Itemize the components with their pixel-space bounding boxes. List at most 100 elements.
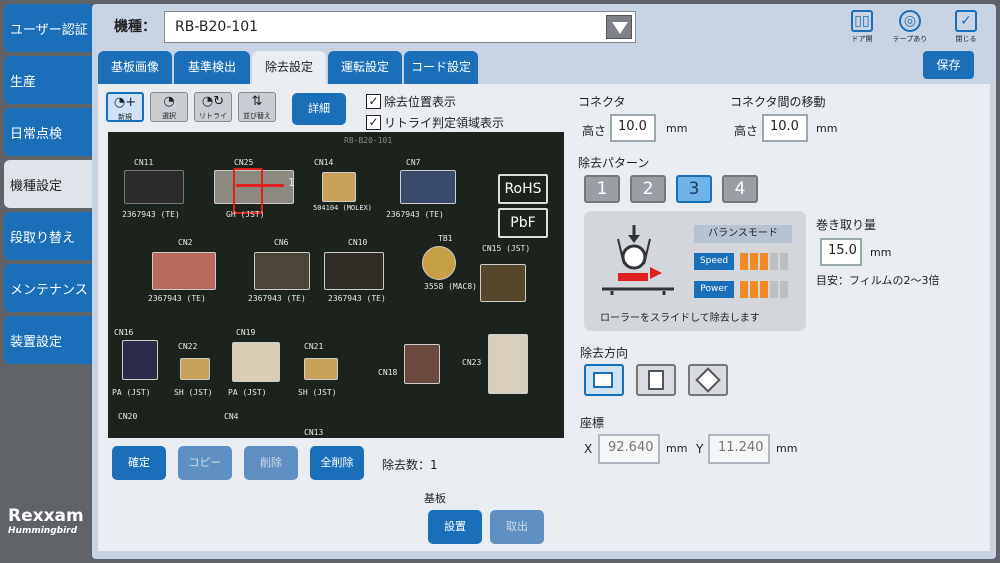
tab-removal-settings[interactable]: 除去設定 [252,51,326,84]
coord-y-unit: mm [776,442,798,455]
model-value: RB-B20-101 [175,19,259,35]
board-image[interactable]: RB-B20-101 CN11 CN25 CN14 CN7 1 2367943 … [108,132,564,438]
between-height-label: 高さ [734,124,759,138]
sidebar-item-changeover[interactable]: 段取り替え [4,212,92,260]
checkbox-label: リトライ判定領域表示 [384,116,505,130]
show-removal-position-checkbox[interactable]: ✓ 除去位置表示 [366,93,456,110]
connector [122,340,158,380]
board-label: CN18 [378,368,398,377]
direction-diagonal-button[interactable] [688,364,728,396]
board-label: 2367943 (TE) [386,210,444,219]
select-tool-label: 選択 [162,112,176,120]
model-select[interactable]: RB-B20-101 [164,11,636,43]
coord-x-unit: mm [666,442,688,455]
sidebar-item-maintenance[interactable]: メンテナンス [4,264,92,312]
delete-button[interactable]: 削除 [244,446,298,480]
door-status[interactable]: ▯▯ ドア開 [840,10,884,44]
takeout-button[interactable]: 取出 [490,510,544,544]
show-retry-area-checkbox[interactable]: ✓ リトライ判定領域表示 [366,114,504,131]
sort-tool-label: 並び替え [243,112,271,120]
retry-roller-icon: ◔↻ [201,94,225,109]
winding-hint: 目安：フィルムの2〜3倍 [816,274,940,287]
level-bar-segment [770,253,778,270]
removal-position-marker[interactable] [233,168,263,214]
select-tool-button[interactable]: ◔ 選択 [150,92,188,122]
board-label: CN23 [462,358,482,367]
copy-button[interactable]: コピー [178,446,232,480]
tape-status[interactable]: ◎ テープあり [888,10,932,44]
sidebar-item-production[interactable]: 生産 [4,56,92,104]
tape-label: テープあり [892,35,928,43]
chevron-down-icon[interactable] [606,15,632,39]
close-button[interactable]: ✓ 閉じる [944,10,988,44]
tab-reference-detect[interactable]: 基準検出 [174,51,250,84]
board-label: CN11 [134,158,154,167]
between-move-title: コネクタ間の移動 [730,95,826,109]
model-label: 機種： [114,19,156,35]
sidebar-item-user-auth[interactable]: ユーザー認証 [4,4,92,52]
winding-input[interactable]: 15.0 [820,238,862,266]
winding-title: 巻き取り量 [816,218,877,232]
pattern-option-1[interactable]: 1 [584,175,620,203]
retry-tool-button[interactable]: ◔↻ リトライ [194,92,232,122]
pattern-option-3[interactable]: 3 [676,175,712,203]
board-label: 2367943 (TE) [122,210,180,219]
tab-board-image[interactable]: 基板画像 [98,51,172,84]
roller-diagram-icon [602,225,674,295]
board-label: PA (JST) [228,388,267,397]
board-serial: RB-B20-101 [344,136,393,145]
power-level-bar[interactable] [740,281,790,298]
level-bar-segment [780,281,788,298]
removal-direction-arrow [236,184,284,187]
pbf-mark: PbF [498,208,548,238]
tab-operation-settings[interactable]: 運転設定 [328,51,402,84]
new-tool-label: 新規 [118,113,132,121]
confirm-button[interactable]: 確定 [112,446,166,480]
right-arrow-icon [593,372,613,388]
pattern-option-2[interactable]: 2 [630,175,666,203]
remove-count: 除去数：1 [382,458,438,472]
power-label: Power [694,281,734,298]
connector [180,358,210,380]
connector [488,334,528,394]
level-bar-segment [750,281,758,298]
board-label: CN21 [304,342,324,351]
logo-text: Rexxam [8,506,84,526]
connector [400,170,456,204]
connector [124,170,184,204]
retry-tool-label: リトライ [199,112,227,120]
between-height-unit: mm [816,122,838,135]
connector-height-unit: mm [666,122,688,135]
board-label: 2367943 (TE) [248,294,306,303]
direction-down-button[interactable] [636,364,676,396]
new-tool-button[interactable]: ◔+ 新規 [106,92,144,122]
balance-mode-panel: バランスモード Speed Power ローラーをスライドして除去します [584,211,806,331]
sidebar-item-daily-check[interactable]: 日常点検 [4,108,92,156]
sidebar-item-model-settings[interactable]: 機種設定 [4,160,92,208]
connector-height-label: 高さ [582,124,607,138]
pattern-option-4[interactable]: 4 [722,175,758,203]
down-arrow-icon [648,370,664,390]
between-height-input[interactable]: 10.0 [762,114,808,142]
checkbox-checked-icon: ✓ [366,94,381,109]
coord-x-value: 92.640 [598,434,660,464]
connector-height-input[interactable]: 10.0 [610,114,656,142]
logo-subtext: Hummingbird [8,526,78,536]
install-button[interactable]: 設置 [428,510,482,544]
delete-all-button[interactable]: 全削除 [310,446,364,480]
board-label: CN13 [304,428,324,437]
board-label: CN25 [234,158,254,167]
sort-tool-button[interactable]: ⇅ 並び替え [238,92,276,122]
speed-level-bar[interactable] [740,253,790,270]
sidebar-item-device-settings[interactable]: 装置設定 [4,316,92,364]
detail-button[interactable]: 詳細 [292,93,346,125]
board-label: PA (JST) [112,388,151,397]
tab-code-settings[interactable]: コード設定 [404,51,478,84]
connector [232,342,280,382]
door-label: ドア開 [851,35,873,43]
save-button[interactable]: 保存 [923,51,974,79]
sidebar: ユーザー認証 生産 日常点検 機種設定 段取り替え メンテナンス 装置設定 Re… [0,0,92,563]
direction-right-button[interactable] [584,364,624,396]
pattern-title: 除去パターン [578,156,650,170]
board-label: CN14 [314,158,334,167]
